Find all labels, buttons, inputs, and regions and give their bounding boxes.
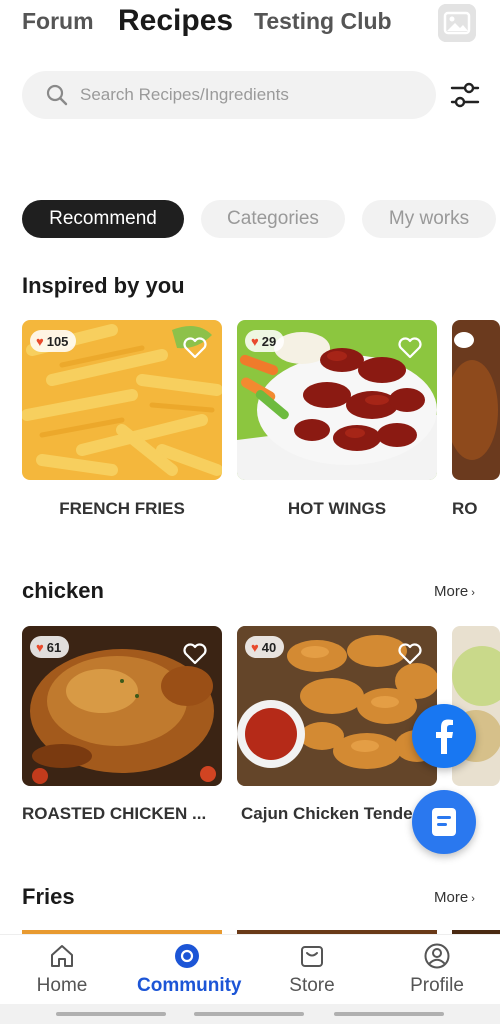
likes-badge: ♥ 40 — [245, 636, 285, 658]
facebook-share-button[interactable] — [412, 704, 476, 768]
section-title-chicken: chicken — [22, 578, 104, 603]
heart-icon: ♥ — [251, 639, 259, 655]
likes-badge: ♥ 105 — [30, 330, 77, 352]
user-avatar[interactable] — [438, 4, 476, 42]
more-link-fries[interactable]: More › — [434, 889, 475, 906]
recipe-card-cajun-chicken[interactable]: ♥ 40 — [237, 626, 437, 786]
create-note-button[interactable] — [412, 790, 476, 854]
recipe-card-roasted-chicken[interactable]: ♥ 61 — [22, 626, 222, 786]
facebook-icon — [436, 719, 453, 754]
recipe-card-french-fries[interactable]: ♥ 105 — [22, 320, 222, 480]
likes-count: 40 — [261, 639, 277, 655]
likes-badge: ♥ 61 — [30, 636, 70, 658]
favorite-heart-icon[interactable] — [182, 336, 208, 360]
profile-icon — [424, 943, 450, 969]
nav-home[interactable]: Home — [12, 935, 112, 1005]
recipe-label: Cajun Chicken Tende — [241, 804, 413, 823]
favorite-heart-icon[interactable] — [397, 642, 423, 666]
nav-label: Community — [137, 975, 242, 996]
likes-badge: ♥ 29 — [245, 330, 285, 352]
pill-categories[interactable]: Categories — [201, 200, 345, 238]
nav-label: Profile — [410, 975, 464, 996]
heart-icon: ♥ — [36, 333, 44, 349]
likes-count: 29 — [261, 333, 277, 349]
likes-count: 61 — [46, 639, 62, 655]
note-icon — [432, 808, 456, 836]
favorite-heart-icon[interactable] — [397, 336, 423, 360]
tab-testing-club[interactable]: Testing Club — [254, 8, 392, 35]
recipe-partial-image — [452, 320, 500, 480]
more-label: More — [434, 889, 469, 906]
search-input[interactable] — [80, 71, 420, 119]
chevron-right-icon: › — [468, 587, 475, 599]
favorite-heart-icon[interactable] — [182, 642, 208, 666]
more-link-chicken[interactable]: More › — [434, 583, 475, 600]
home-icon — [51, 945, 73, 967]
recipe-label: ROASTED CHICKEN ... — [22, 804, 207, 823]
community-icon — [175, 944, 199, 968]
search-icon — [46, 84, 68, 106]
likes-count: 105 — [46, 333, 69, 349]
recipe-label: HOT WINGS — [287, 499, 387, 518]
system-gesture-bar — [0, 1004, 500, 1024]
top-tab-bar: Forum Recipes Testing Club — [0, 0, 500, 52]
section-title-fries: Fries — [22, 884, 75, 909]
tab-recipes[interactable]: Recipes — [118, 4, 233, 38]
pill-recommend[interactable]: Recommend — [22, 200, 184, 238]
tab-forum[interactable]: Forum — [22, 8, 94, 35]
section-title-inspired: Inspired by you — [22, 273, 185, 298]
heart-icon: ♥ — [36, 639, 44, 655]
heart-icon: ♥ — [251, 333, 259, 349]
search-bar[interactable] — [22, 71, 436, 119]
filter-settings-icon[interactable] — [448, 80, 482, 110]
recipe-label: RO — [452, 499, 478, 518]
recipe-card-hot-wings[interactable]: ♥ 29 — [237, 320, 437, 480]
nav-label: Store — [289, 975, 335, 996]
recipe-label: FRENCH FRIES — [59, 499, 185, 518]
store-icon — [301, 946, 323, 967]
nav-label: Home — [36, 975, 88, 996]
nav-store[interactable]: Store — [262, 935, 362, 1005]
chevron-right-icon: › — [468, 893, 475, 905]
nav-profile[interactable]: Profile — [387, 935, 487, 1005]
more-label: More — [434, 583, 469, 600]
bottom-navigation: Home Community Store Profile — [0, 934, 500, 1004]
recipe-card-partial[interactable] — [452, 320, 500, 480]
image-placeholder-icon — [438, 4, 476, 42]
nav-community[interactable]: Community — [137, 935, 242, 1005]
pill-my-works[interactable]: My works — [362, 200, 496, 238]
